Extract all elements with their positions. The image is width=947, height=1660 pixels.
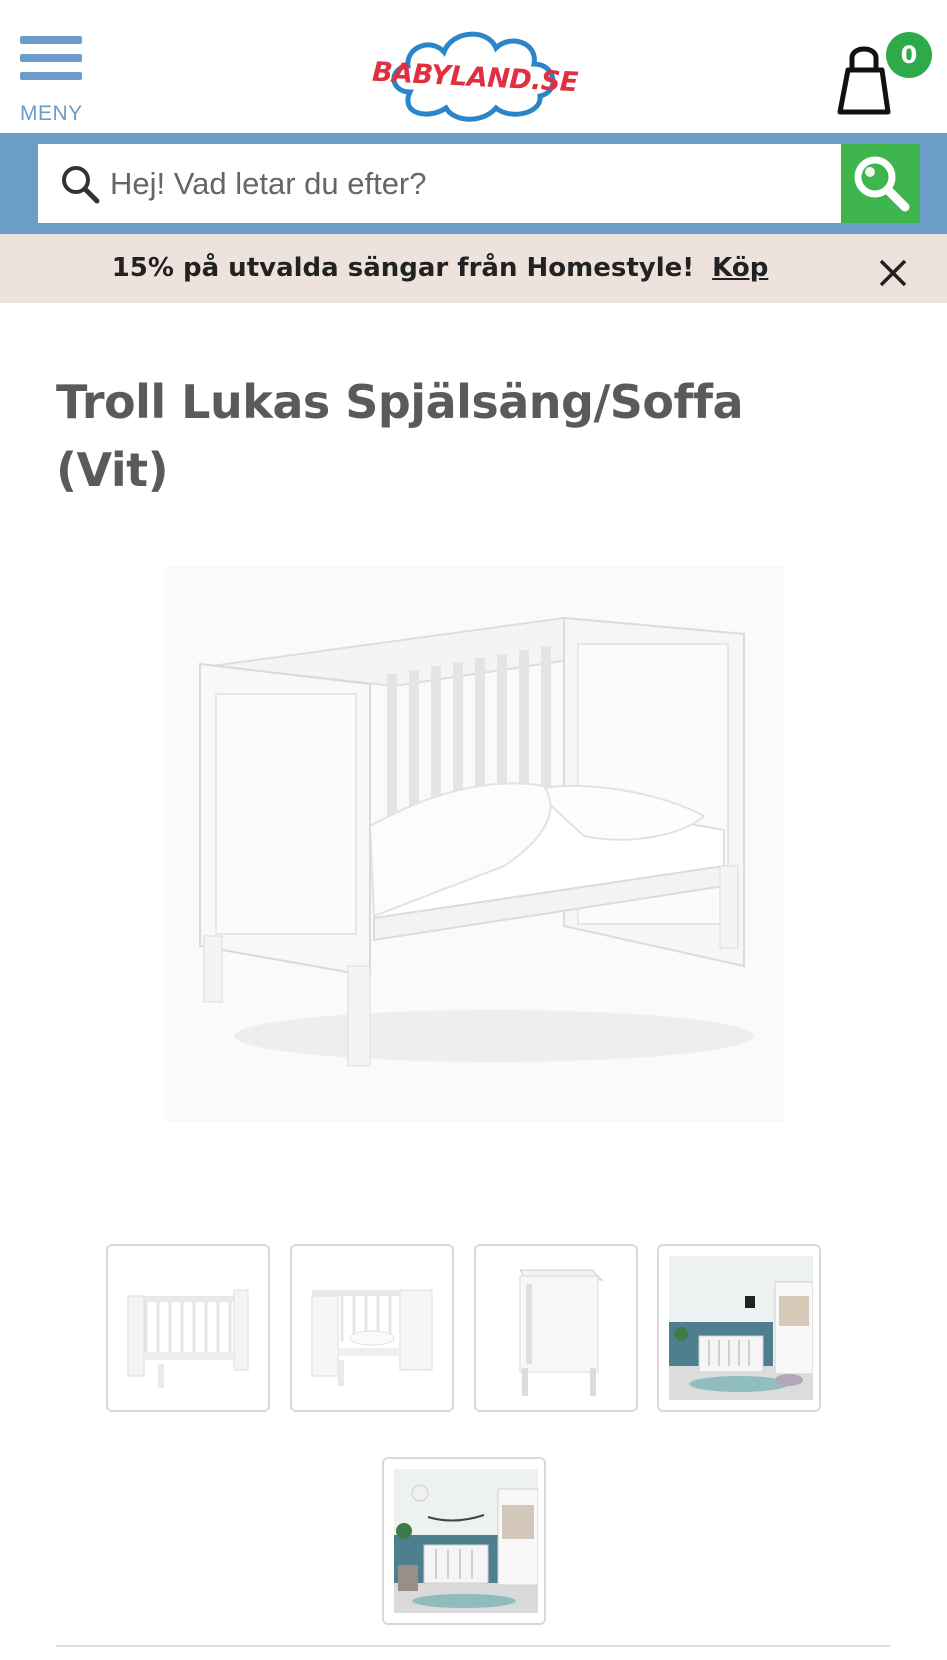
promo-banner: 15% på utvalda sängar från Homestyle! Köp [0,234,947,303]
promo-link[interactable]: Köp [712,253,768,283]
thumbnail-room-scene-1[interactable] [657,1244,821,1412]
magnifier-icon [854,156,910,212]
promo-text-line: 15% på utvalda sängar från Homestyle! Köp [0,234,880,303]
cart-button[interactable]: 0 [836,32,932,122]
thumbnail-crib-front[interactable] [106,1244,270,1412]
crib-thumbnail-image [127,1289,249,1388]
menu-button[interactable]: MENY [18,36,84,128]
thumbnail-room-scene-2[interactable] [382,1457,546,1625]
hamburger-icon-bar [20,54,82,62]
promo-text: 15% på utvalda sängar från Homestyle! [111,253,695,283]
crib-sofa-thumbnail-image [311,1289,433,1386]
search-input[interactable] [110,144,830,223]
search-icon [62,166,100,204]
hamburger-icon-bar [20,36,82,44]
product-title: Troll Lukas Spjälsäng/Soffa (Vit) [56,375,744,497]
site-logo[interactable]: BABYLAND.SE [370,22,580,127]
thumbnail-crib-end[interactable] [474,1244,638,1412]
room-scene-thumbnail-image [669,1256,813,1400]
room-scene-thumbnail-image [394,1469,538,1613]
site-header: MENY BABYLAND.SE 0 [0,0,947,133]
product-main-image[interactable] [164,566,784,1122]
search-button[interactable] [841,144,920,223]
menu-label: MENY [20,102,83,125]
section-divider [56,1645,890,1647]
cart-count-badge: 0 [886,32,932,78]
search-bar [0,133,947,234]
close-icon[interactable] [876,256,910,290]
crib-image [199,616,754,1067]
thumbnail-crib-sofa[interactable] [290,1244,454,1412]
search-field-wrapper [38,144,841,223]
hamburger-icon-bar [20,72,82,80]
crib-end-thumbnail-image [519,1269,604,1396]
